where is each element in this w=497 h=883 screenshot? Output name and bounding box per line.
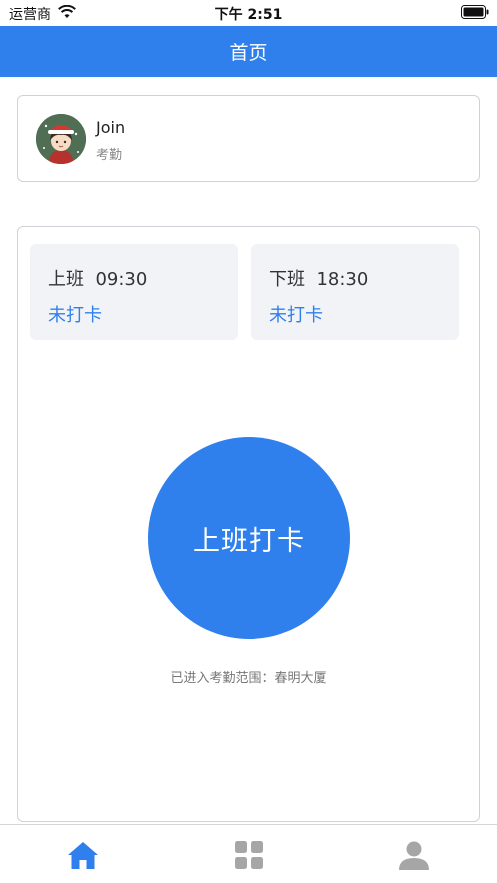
grid-icon (235, 840, 263, 869)
shift-card-on-duty: 上班 09:30 未打卡 (30, 244, 238, 340)
status-bar: 运营商 下午 2:51 (0, 0, 497, 26)
attendance-card: 上班 09:30 未打卡 下班 18:30 未打卡 上班打卡 已进入考勤范围：春… (17, 226, 480, 822)
punch-in-button[interactable]: 上班打卡 (148, 437, 350, 639)
shift-title: 上班 09:30 (48, 269, 148, 290)
user-name: Join (96, 118, 126, 137)
user-subtitle: 考勤 (96, 148, 123, 163)
status-time: 下午 2:51 (214, 7, 283, 23)
tab-profile[interactable] (331, 825, 497, 883)
tab-bar (0, 824, 497, 883)
tab-apps[interactable] (166, 825, 332, 883)
attendance-range-text: 已进入考勤范围：春明大厦 (170, 671, 327, 686)
user-card[interactable]: Join 考勤 (17, 95, 480, 182)
header: 运营商 下午 2:51 首页 (0, 0, 497, 77)
battery-icon (461, 5, 489, 19)
shift-card-off-duty: 下班 18:30 未打卡 (251, 244, 459, 340)
home-icon (68, 841, 98, 869)
page-title: 首页 (229, 42, 268, 64)
shift-status: 未打卡 (269, 305, 323, 326)
avatar-image (36, 114, 86, 164)
shift-status: 未打卡 (48, 305, 102, 326)
person-icon (399, 841, 429, 870)
shift-title: 下班 18:30 (269, 269, 369, 290)
tab-home[interactable] (0, 825, 166, 883)
avatar[interactable] (36, 114, 86, 164)
